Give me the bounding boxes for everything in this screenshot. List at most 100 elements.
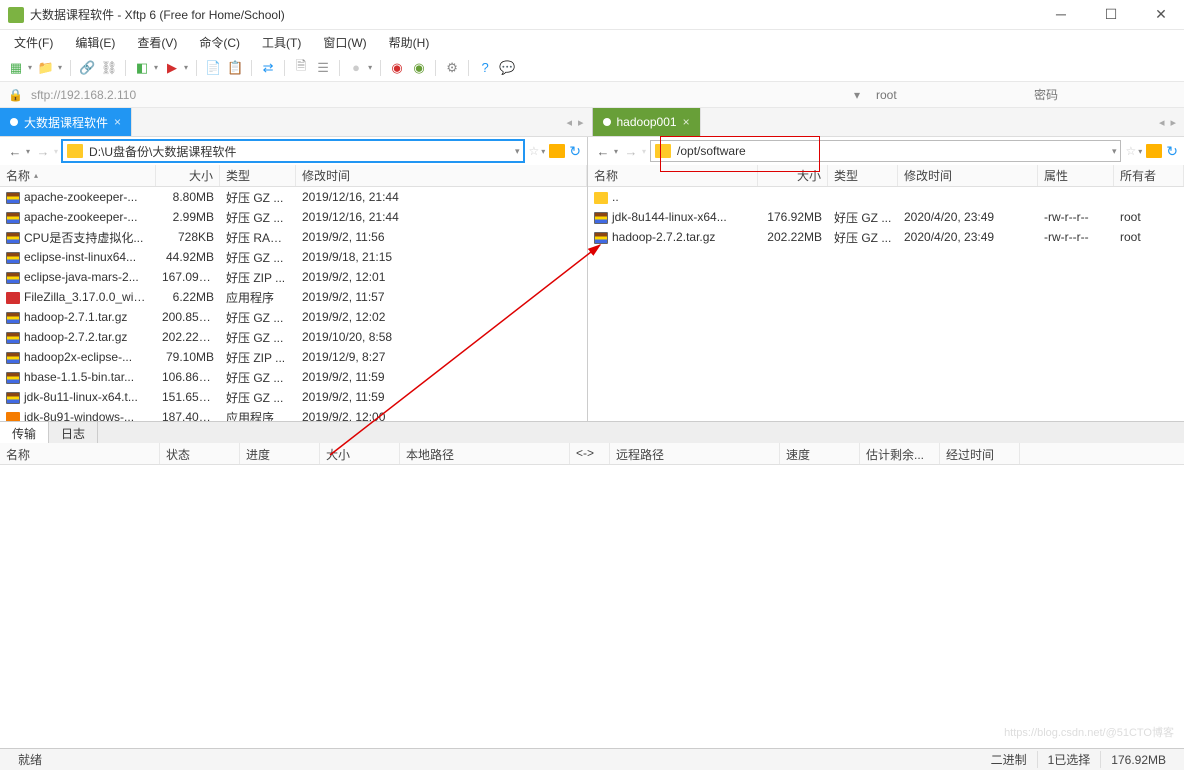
file-row[interactable]: eclipse-inst-linux64... 44.92MB 好压 GZ ..…: [0, 247, 587, 267]
red-dot-icon[interactable]: ◉: [389, 60, 405, 76]
bookmark-star-icon[interactable]: ☆: [1125, 144, 1136, 158]
tab-close-icon[interactable]: ×: [114, 115, 121, 129]
properties-icon[interactable]: ☰: [315, 60, 331, 76]
file-row[interactable]: jdk-8u11-linux-x64.t... 151.65MB 好压 GZ .…: [0, 387, 587, 407]
back-button[interactable]: ←: [6, 144, 24, 159]
transfer-col[interactable]: 经过时间: [940, 443, 1020, 464]
transfer-col[interactable]: 名称: [0, 443, 160, 464]
user-field[interactable]: [868, 86, 1018, 104]
file-icon: [6, 412, 20, 421]
col-size[interactable]: 大小: [758, 165, 828, 186]
transfer-col[interactable]: 远程路径: [610, 443, 780, 464]
file-row[interactable]: apache-zookeeper-... 2.99MB 好压 GZ ... 20…: [0, 207, 587, 227]
chat-icon[interactable]: 💬: [499, 60, 515, 76]
file-row[interactable]: jdk-8u91-windows-... 187.40MB 应用程序 2019/…: [0, 407, 587, 421]
file-row[interactable]: hadoop2x-eclipse-... 79.10MB 好压 ZIP ... …: [0, 347, 587, 367]
file-row[interactable]: hadoop-2.7.1.tar.gz 200.85MB 好压 GZ ... 2…: [0, 307, 587, 327]
transfer-col[interactable]: 估计剩余...: [860, 443, 940, 464]
updir-row[interactable]: ..: [588, 187, 1184, 207]
path-input[interactable]: D:\U盘备份\大数据课程软件: [89, 143, 515, 160]
link-icon[interactable]: 🔗: [79, 60, 95, 76]
col-type[interactable]: 类型: [828, 165, 898, 186]
file-row[interactable]: hadoop-2.7.2.tar.gz 202.22MB 好压 GZ ... 2…: [0, 327, 587, 347]
copy-icon[interactable]: 📄: [205, 60, 221, 76]
transfer-col[interactable]: <->: [570, 443, 610, 464]
col-mtime[interactable]: 修改时间: [898, 165, 1038, 186]
tab-next-icon[interactable]: ▸: [578, 116, 584, 129]
menu-item[interactable]: 查看(V): [127, 32, 187, 53]
stop-icon[interactable]: ●: [348, 60, 364, 76]
menu-item[interactable]: 帮助(H): [379, 32, 440, 53]
folder-icon: [67, 144, 83, 158]
transfer-col[interactable]: 速度: [780, 443, 860, 464]
password-field[interactable]: [1026, 86, 1176, 104]
address-url[interactable]: sftp://192.168.2.110: [31, 88, 846, 102]
path-dropdown-icon[interactable]: ▾: [515, 146, 520, 157]
file-row[interactable]: hadoop-2.7.2.tar.gz 202.22MB 好压 GZ ... 2…: [588, 227, 1184, 247]
col-owner[interactable]: 所有者: [1114, 165, 1184, 186]
tab-close-icon[interactable]: ×: [683, 115, 690, 129]
file-row[interactable]: hbase-1.1.5-bin.tar... 106.86MB 好压 GZ ..…: [0, 367, 587, 387]
menu-item[interactable]: 窗口(W): [313, 32, 376, 53]
col-attrs[interactable]: 属性: [1038, 165, 1114, 186]
help-icon[interactable]: ?: [477, 60, 493, 76]
bookmark-folder-icon[interactable]: [549, 144, 565, 158]
col-mtime[interactable]: 修改时间: [296, 165, 587, 186]
tab-prev-icon[interactable]: ◂: [1159, 116, 1165, 129]
paste-icon[interactable]: 📋: [227, 60, 243, 76]
gear-icon[interactable]: ⚙: [444, 60, 460, 76]
tab-local[interactable]: 大数据课程软件 ×: [0, 108, 132, 136]
maximize-button[interactable]: ☐: [1096, 6, 1126, 23]
refresh-icon[interactable]: ↻: [569, 143, 581, 160]
lock-icon: 🔒: [8, 88, 23, 102]
tab-transfer[interactable]: 传输: [0, 422, 49, 443]
file-row[interactable]: eclipse-java-mars-2... 167.09MB 好压 ZIP .…: [0, 267, 587, 287]
play-icon[interactable]: ▶: [164, 60, 180, 76]
bookmark-star-icon[interactable]: ☆: [528, 144, 539, 158]
col-name[interactable]: 名称▴: [0, 165, 156, 186]
back-button[interactable]: ←: [594, 144, 612, 159]
sidebar-toggle-icon[interactable]: ◧: [134, 60, 150, 76]
col-type[interactable]: 类型: [220, 165, 296, 186]
path-dropdown-icon[interactable]: ▾: [1112, 146, 1117, 157]
tab-log[interactable]: 日志: [49, 422, 98, 443]
unlink-icon[interactable]: ⛓: [101, 60, 117, 76]
close-button[interactable]: ✕: [1146, 6, 1176, 23]
refresh-icon[interactable]: ↻: [1166, 143, 1178, 160]
file-row[interactable]: FileZilla_3.17.0.0_win... 6.22MB 应用程序 20…: [0, 287, 587, 307]
tab-prev-icon[interactable]: ◂: [566, 116, 572, 129]
transfer-icon[interactable]: ⇄: [260, 60, 276, 76]
path-input-box[interactable]: D:\U盘备份\大数据课程软件 ▾: [62, 140, 524, 162]
sort-icon: ▴: [34, 171, 38, 180]
file-row[interactable]: CPU是否支持虚拟化... 728KB 好压 RAR ... 2019/9/2,…: [0, 227, 587, 247]
tab-next-icon[interactable]: ▸: [1170, 116, 1176, 129]
transfer-col[interactable]: 状态: [160, 443, 240, 464]
file-icon: [6, 312, 20, 324]
app-icon: [8, 7, 24, 23]
menu-item[interactable]: 命令(C): [189, 32, 250, 53]
tab-remote[interactable]: hadoop001 ×: [593, 108, 701, 136]
menu-item[interactable]: 文件(F): [4, 32, 63, 53]
path-input-box[interactable]: /opt/software ▾: [650, 140, 1121, 162]
transfer-col[interactable]: 大小: [320, 443, 400, 464]
forward-button[interactable]: →: [622, 144, 640, 159]
file-icon: [6, 352, 20, 364]
green-check-icon[interactable]: ◉: [411, 60, 427, 76]
transfer-col[interactable]: 本地路径: [400, 443, 570, 464]
col-size[interactable]: 大小: [156, 165, 220, 186]
minimize-button[interactable]: ─: [1046, 6, 1076, 23]
file-row[interactable]: apache-zookeeper-... 8.80MB 好压 GZ ... 20…: [0, 187, 587, 207]
col-name[interactable]: 名称: [588, 165, 758, 186]
forward-button[interactable]: →: [34, 144, 52, 159]
bookmark-folder-icon[interactable]: [1146, 144, 1162, 158]
file-row[interactable]: jdk-8u144-linux-x64... 176.92MB 好压 GZ ..…: [588, 207, 1184, 227]
menu-item[interactable]: 工具(T): [252, 32, 311, 53]
folder-add-icon[interactable]: 📁: [38, 60, 54, 76]
transfer-col[interactable]: 进度: [240, 443, 320, 464]
new-session-icon[interactable]: ▦: [8, 60, 24, 76]
file-icon: [6, 192, 20, 204]
path-input[interactable]: /opt/software: [677, 144, 1112, 158]
address-dropdown-icon[interactable]: ▾: [854, 88, 860, 102]
menu-item[interactable]: 编辑(E): [65, 32, 125, 53]
preview-icon[interactable]: 🗎: [293, 60, 309, 76]
